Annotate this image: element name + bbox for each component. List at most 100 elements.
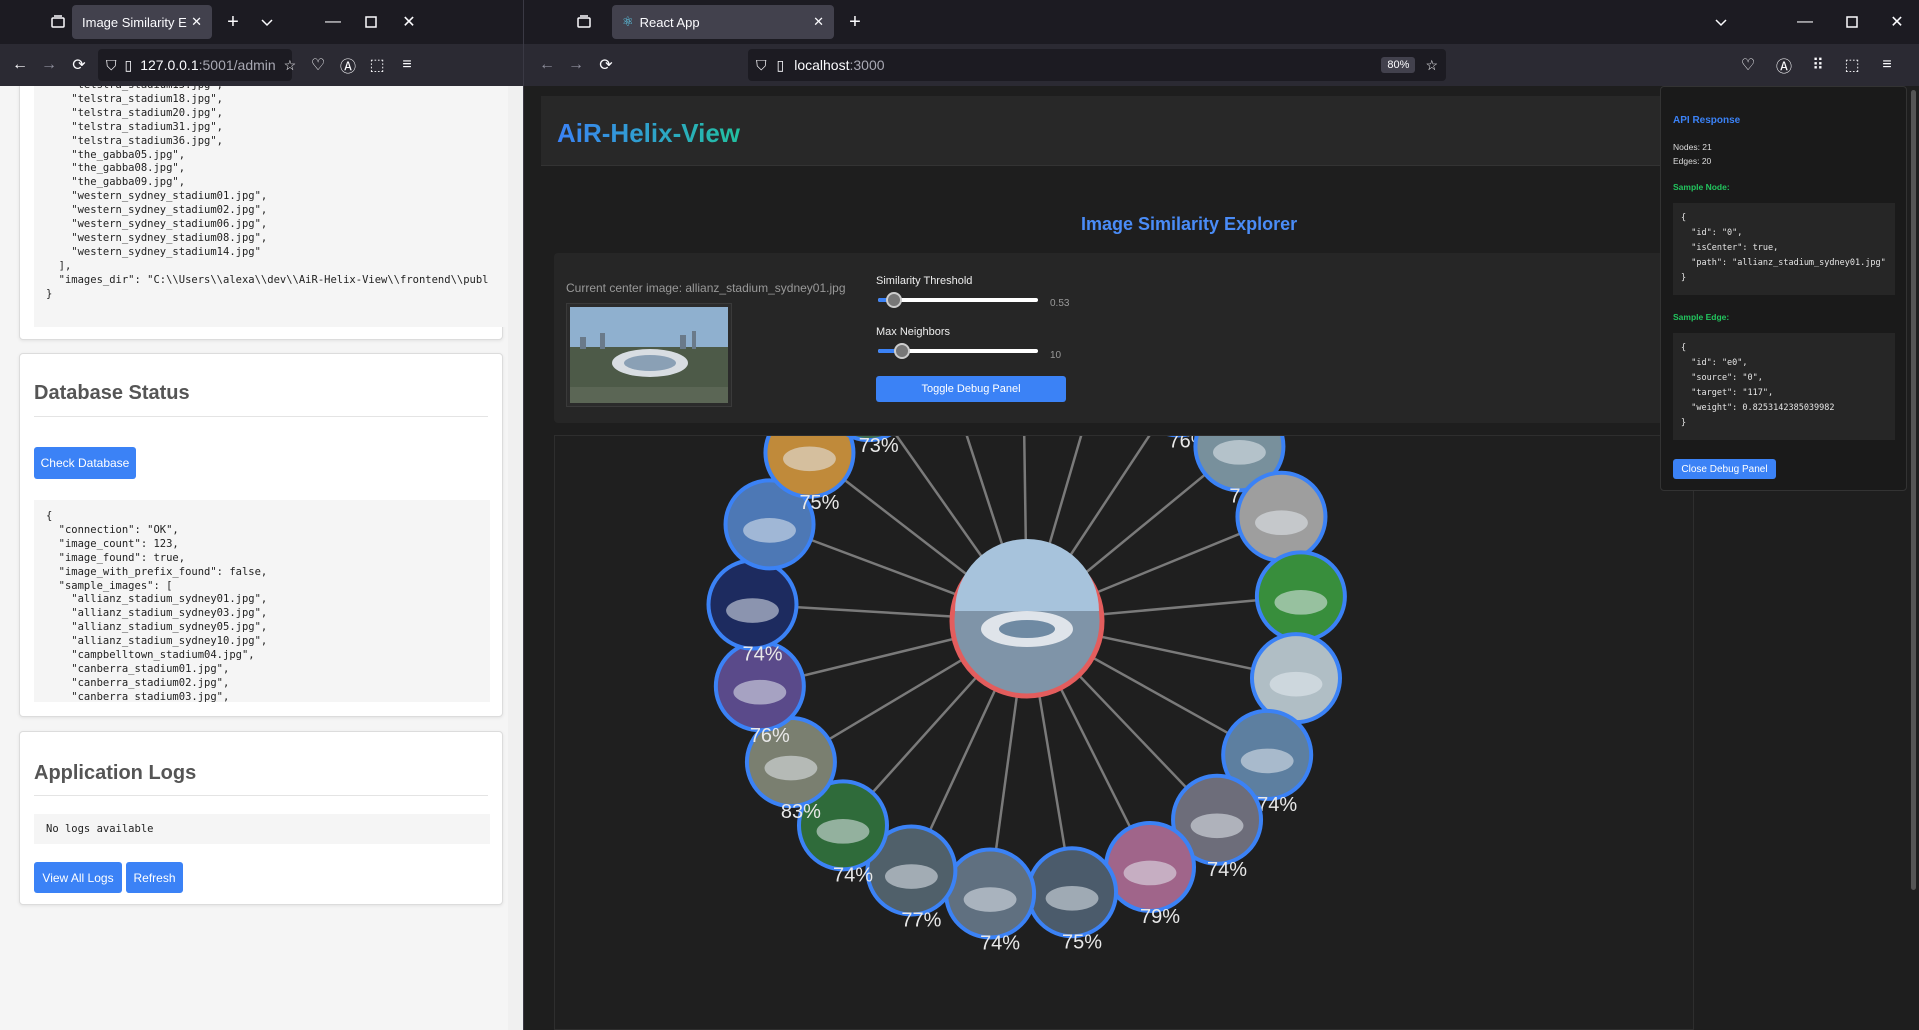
close-tab-icon[interactable]: ✕ [191, 14, 202, 30]
scrollbar[interactable] [1907, 86, 1919, 1030]
maximize-icon[interactable] [1841, 11, 1863, 33]
url-path: :3000 [849, 57, 885, 73]
debug-nodes-count: Nodes: 21 [1673, 142, 1712, 152]
page-info-icon[interactable]: ▯ [777, 57, 785, 74]
menu-icon[interactable]: ≡ [397, 55, 417, 75]
scrollbar[interactable] [508, 86, 523, 1030]
threshold-label: Similarity Threshold [876, 275, 973, 287]
application-logs-card: Application Logs No logs available View … [19, 731, 503, 905]
account-icon[interactable]: Ⓐ [1774, 55, 1794, 76]
tab-react-app[interactable]: ⚛ React App ✕ [612, 5, 834, 39]
bookmark-star-icon[interactable]: ☆ [284, 57, 297, 74]
tab-bar: ⚛ React App ✕ + — ✕ [524, 0, 1919, 44]
reload-icon[interactable]: ⟳ [69, 55, 89, 75]
nav-bar: ← → ⟳ ⛉ ▯ localhost :3000 80% ☆ ♡ Ⓐ ⠿ ⬚ … [524, 44, 1919, 86]
account-icon[interactable]: Ⓐ [338, 55, 358, 76]
neighbor-node[interactable] [1254, 550, 1347, 643]
threshold-slider[interactable] [878, 292, 1038, 308]
react-app-page: AiR-Helix-View Image Similarity Explorer… [524, 86, 1919, 1030]
url-host: localhost [794, 57, 850, 73]
images-json: "telstra_stadium15.jpg", "telstra_stadiu… [34, 86, 506, 327]
close-tab-icon[interactable]: ✕ [813, 14, 824, 30]
nav-bar: ← → ⟳ ⛉ ▯ 127.0.0.1 :5001/admin ☆ ♡ Ⓐ ⬚ … [0, 44, 523, 86]
tab-overview-icon[interactable] [48, 12, 68, 32]
stadium-shape [1240, 748, 1294, 774]
images-card: "telstra_stadium15.jpg", "telstra_stadiu… [19, 86, 506, 340]
graph-svg[interactable]: 77%74%81%76%74%74%74%79%75%74%77%74%83%7… [555, 436, 1694, 1030]
new-tab-icon[interactable]: + [222, 11, 244, 33]
stadium-shape [1274, 590, 1328, 615]
close-window-icon[interactable]: ✕ [1886, 11, 1908, 33]
similarity-label: 76% [750, 725, 790, 747]
close-window-icon[interactable]: ✕ [398, 11, 420, 33]
app-logo[interactable]: AiR-Helix-View [557, 118, 740, 149]
url-bar[interactable]: ⛉ ▯ localhost :3000 80% ☆ [748, 49, 1446, 81]
tab-list-chevron-icon[interactable] [1710, 11, 1732, 33]
forward-icon[interactable]: → [39, 55, 59, 75]
neighbor-node[interactable]: 74% [944, 847, 1037, 955]
stadium-shape [743, 518, 796, 543]
max-neighbors-slider[interactable] [878, 343, 1038, 359]
similarity-label: 77% [901, 910, 941, 932]
minimize-icon[interactable]: — [322, 11, 344, 33]
stadium-shape [1213, 440, 1266, 465]
stadium-shape [963, 887, 1017, 912]
tab-admin[interactable]: Image Similarity Explorer A ✕ [72, 5, 212, 39]
stadium-shape [1190, 813, 1244, 839]
stadium-shape [783, 446, 836, 472]
sample-node-json: { "id": "0", "isCenter": true, "path": "… [1673, 203, 1895, 295]
stadium-shape [1045, 885, 1099, 911]
max-neighbors-knob[interactable] [894, 343, 910, 359]
check-database-button[interactable]: Check Database [34, 447, 136, 479]
new-tab-icon[interactable]: + [844, 11, 866, 33]
neighbor-node[interactable]: 75% [1026, 846, 1119, 953]
database-status-title: Database Status [34, 382, 190, 404]
view-all-logs-button[interactable]: View All Logs [34, 862, 122, 893]
neighbor-node[interactable]: 79% [1104, 820, 1197, 928]
url-bar[interactable]: ⛉ ▯ 127.0.0.1 :5001/admin ☆ [98, 49, 296, 81]
sample-edge-title: Sample Edge: [1673, 312, 1730, 322]
scrollbar-thumb[interactable] [1911, 90, 1916, 890]
toggle-debug-button[interactable]: Toggle Debug Panel [876, 376, 1066, 402]
tab-title: React App [639, 14, 700, 30]
bookmark-star-icon[interactable]: ☆ [1425, 57, 1438, 74]
maximize-icon[interactable] [360, 11, 382, 33]
minimize-icon[interactable]: — [1794, 11, 1816, 33]
back-icon[interactable]: ← [537, 55, 557, 75]
pocket-icon[interactable]: ♡ [308, 55, 328, 75]
debug-panel: API Response Nodes: 21 Edges: 20 Sample … [1660, 86, 1907, 491]
similarity-label: 75% [799, 492, 839, 514]
tab-overview-icon[interactable] [574, 12, 594, 32]
apps-grid-icon[interactable]: ⠿ [1808, 55, 1828, 75]
stadium-thumbnail-image [570, 307, 728, 403]
zoom-level[interactable]: 80% [1381, 57, 1416, 73]
back-icon[interactable]: ← [10, 55, 30, 75]
stadium-shape [816, 819, 870, 844]
tab-list-chevron-icon[interactable] [256, 11, 278, 33]
left-browser-window: Image Similarity Explorer A ✕ + — ✕ ← → … [0, 0, 523, 1030]
menu-icon[interactable]: ≡ [1877, 55, 1897, 75]
shield-icon[interactable]: ⛉ [756, 57, 767, 74]
close-debug-button[interactable]: Close Debug Panel [1673, 459, 1776, 479]
logs-output: No logs available [34, 814, 490, 844]
debug-title: API Response [1673, 115, 1741, 126]
extensions-icon[interactable]: ⬚ [1842, 55, 1862, 75]
forward-icon[interactable]: → [566, 55, 586, 75]
shield-icon[interactable]: ⛉ [106, 57, 117, 74]
neighbor-node[interactable] [1235, 470, 1328, 563]
stadium-shape [733, 679, 787, 705]
similarity-label: 74% [1257, 794, 1297, 816]
similarity-label: 75% [1062, 931, 1102, 953]
similarity-label: 74% [742, 644, 782, 666]
refresh-button[interactable]: Refresh [126, 862, 183, 893]
pocket-icon[interactable]: ♡ [1738, 55, 1758, 75]
page-info-icon[interactable]: ▯ [125, 57, 133, 74]
threshold-value: 0.53 [1050, 298, 1070, 309]
app-header: AiR-Helix-View [541, 96, 1671, 166]
extensions-icon[interactable]: ⬚ [367, 55, 387, 75]
threshold-knob[interactable] [886, 292, 902, 308]
reload-icon[interactable]: ⟳ [596, 55, 616, 75]
sample-node-title: Sample Node: [1673, 182, 1730, 192]
center-stadium-field [999, 620, 1055, 638]
similarity-label: 83% [781, 801, 821, 823]
